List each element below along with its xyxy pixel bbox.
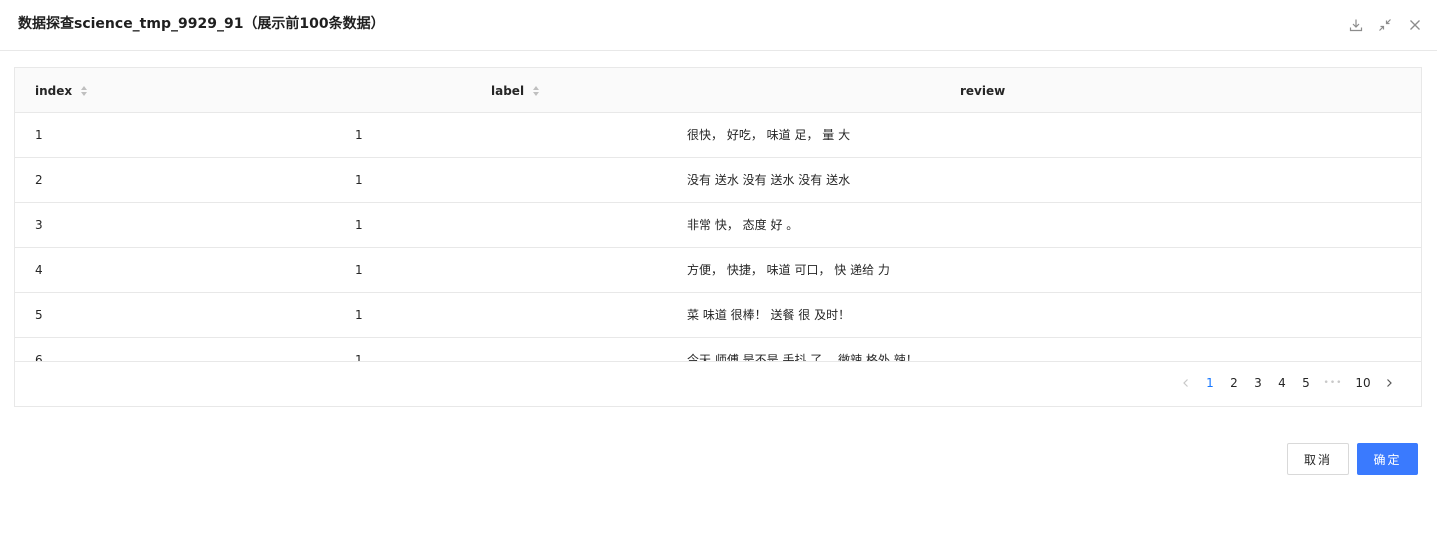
page-3[interactable]: 3 — [1251, 373, 1265, 393]
cell-index: 3 — [35, 218, 43, 232]
modal-header: 数据探查science_tmp_9929_91（展示前100条数据） — [0, 0, 1437, 51]
next-page-icon[interactable] — [1382, 373, 1396, 393]
pagination: 1 2 3 4 5 ••• 10 — [15, 363, 1421, 406]
cell-label: 1 — [355, 308, 363, 322]
page-4[interactable]: 4 — [1275, 373, 1289, 393]
modal-title: 数据探查science_tmp_9929_91（展示前100条数据） — [18, 16, 385, 32]
page-last[interactable]: 10 — [1353, 373, 1373, 393]
cell-review: 非常 快， 态度 好 。 — [687, 218, 799, 232]
column-header-review: review — [960, 68, 1005, 113]
collapse-icon[interactable] — [1377, 17, 1393, 33]
cell-label: 1 — [355, 173, 363, 187]
column-header-index[interactable]: index — [35, 68, 88, 113]
page-1[interactable]: 1 — [1203, 373, 1217, 393]
cell-index: 5 — [35, 308, 43, 322]
cell-label: 1 — [355, 263, 363, 277]
cell-index: 4 — [35, 263, 43, 277]
cell-label: 1 — [355, 218, 363, 232]
data-table: index label review 1 1 很快， 好吃， 味道 足， 量 大… — [14, 67, 1422, 407]
ok-button[interactable]: 确定 — [1357, 443, 1418, 475]
table-row: 1 1 很快， 好吃， 味道 足， 量 大 — [15, 113, 1421, 158]
table-row: 2 1 没有 送水 没有 送水 没有 送水 — [15, 158, 1421, 203]
table-row: 3 1 非常 快， 态度 好 。 — [15, 203, 1421, 248]
sort-icon[interactable] — [81, 85, 88, 96]
cancel-button[interactable]: 取消 — [1287, 443, 1349, 475]
column-title: label — [491, 83, 525, 98]
cell-label: 1 — [355, 353, 363, 362]
page-ellipsis[interactable]: ••• — [1322, 373, 1344, 393]
page-2[interactable]: 2 — [1227, 373, 1241, 393]
sort-icon[interactable] — [533, 85, 540, 96]
table-body[interactable]: 1 1 很快， 好吃， 味道 足， 量 大 2 1 没有 送水 没有 送水 没有… — [15, 113, 1421, 362]
cell-index: 6 — [35, 353, 43, 362]
cell-index: 1 — [35, 128, 43, 142]
cell-label: 1 — [355, 128, 363, 142]
column-title: review — [960, 83, 1006, 98]
cell-index: 2 — [35, 173, 43, 187]
table-row: 4 1 方便， 快捷， 味道 可口， 快 递给 力 — [15, 248, 1421, 293]
cell-review: 没有 送水 没有 送水 没有 送水 — [687, 173, 851, 187]
column-header-label[interactable]: label — [491, 68, 540, 113]
prev-page-icon[interactable] — [1179, 373, 1193, 393]
close-icon[interactable] — [1407, 17, 1423, 33]
cell-review: 菜 味道 很棒！ 送餐 很 及时！ — [687, 308, 851, 322]
cell-review: 方便， 快捷， 味道 可口， 快 递给 力 — [687, 263, 890, 277]
page-5[interactable]: 5 — [1299, 373, 1313, 393]
download-icon[interactable] — [1348, 17, 1364, 33]
cell-review: 很快， 好吃， 味道 足， 量 大 — [687, 128, 851, 142]
column-title: index — [35, 83, 73, 98]
cell-review: 今天 师傅 是不是 手抖 了， 微辣 格外 辣！ — [687, 353, 918, 362]
table-row: 6 1 今天 师傅 是不是 手抖 了， 微辣 格外 辣！ — [15, 338, 1421, 362]
table-header: index label review — [15, 68, 1421, 113]
data-preview-modal: 数据探查science_tmp_9929_91（展示前100条数据） index… — [0, 0, 1437, 538]
table-row: 5 1 菜 味道 很棒！ 送餐 很 及时！ — [15, 293, 1421, 338]
